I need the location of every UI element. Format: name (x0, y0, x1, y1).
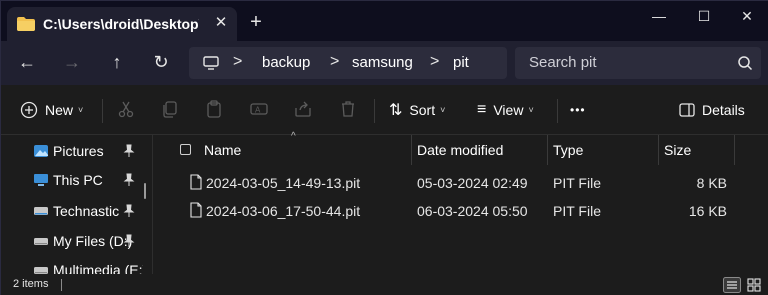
pin-icon[interactable] (123, 204, 135, 218)
divider (102, 99, 103, 123)
view-button[interactable]: ≡ View ˅ (477, 99, 534, 121)
up-button[interactable]: ↑ (107, 52, 127, 72)
sidebar-item-label: Pictures (53, 143, 104, 159)
column-divider[interactable] (734, 135, 735, 165)
divider (61, 279, 62, 291)
new-button[interactable]: New ˅ (20, 99, 83, 121)
sort-ascending-icon: ^ (291, 131, 296, 142)
file-date-modified: 06-03-2024 05:50 (417, 203, 528, 219)
chevron-right-icon: > (430, 53, 440, 70)
table-row[interactable]: 2024-03-06_17-50-44.pit 06-03-2024 05:50… (154, 197, 768, 225)
file-name: 2024-03-06_17-50-44.pit (206, 203, 361, 219)
sidebar-item-multimedia[interactable]: Multimedia (E:) (33, 260, 143, 274)
file-type: PIT File (553, 203, 601, 219)
chevron-right-icon: > (330, 53, 340, 70)
pin-icon[interactable] (123, 144, 135, 158)
more-options-button[interactable]: ••• (570, 99, 586, 121)
close-window-button[interactable]: ✕ (732, 7, 762, 25)
sidebar-item-label: This PC (53, 172, 103, 188)
chevron-down-icon: ˅ (78, 105, 84, 115)
column-divider[interactable] (411, 135, 412, 165)
column-divider[interactable] (658, 135, 659, 165)
sort-button[interactable]: ⇅ Sort ˅ (389, 99, 445, 121)
this-pc-icon (34, 174, 48, 186)
title-bar: C:\Users\droid\Desktop\backup\samsung\pi… (1, 1, 768, 41)
sort-label: Sort (409, 102, 436, 118)
paste-icon[interactable] (204, 99, 224, 119)
details-pane-icon (679, 103, 695, 117)
column-header-type[interactable]: Type (553, 135, 583, 165)
details-label: Details (702, 102, 745, 118)
tab-title: C:\Users\droid\Desktop\backup\samsung\pi… (43, 16, 199, 32)
navigation-bar: ← → ↑ ↻ > backup > samsung > pit Search … (1, 41, 768, 85)
navigation-pane: Pictures This PC Technastic My Files (D:… (1, 135, 153, 274)
forward-button[interactable]: → (62, 52, 82, 72)
delete-icon[interactable] (338, 99, 358, 119)
file-size: 16 KB (688, 203, 727, 219)
column-header-size[interactable]: Size (664, 135, 691, 165)
rename-icon[interactable]: A (249, 99, 269, 119)
file-name: 2024-03-05_14-49-13.pit (206, 175, 361, 191)
plus-circle-icon (20, 101, 38, 119)
file-size: 8 KB (696, 175, 727, 191)
view-label: View (493, 102, 524, 118)
refresh-button[interactable]: ↻ (151, 52, 171, 72)
select-all-checkbox[interactable] (180, 144, 191, 155)
details-pane-button[interactable]: Details (679, 99, 745, 121)
search-icon (738, 56, 753, 71)
minimize-button[interactable]: — (644, 7, 674, 25)
file-date-modified: 05-03-2024 02:49 (417, 175, 528, 191)
search-box[interactable]: Search pit (515, 47, 761, 79)
back-button[interactable]: ← (17, 52, 37, 72)
close-tab-button[interactable]: ✕ (213, 15, 229, 31)
maximize-button[interactable]: ☐ (689, 7, 719, 25)
cut-icon[interactable] (116, 99, 136, 119)
copy-icon[interactable] (160, 99, 180, 119)
file-explorer-window: C:\Users\droid\Desktop\backup\samsung\pi… (0, 0, 768, 295)
tiles-view-icon[interactable] (745, 277, 763, 293)
address-bar[interactable]: > backup > samsung > pit (189, 47, 507, 79)
chevron-down-icon: ˅ (440, 105, 446, 115)
column-header-date-modified[interactable]: Date modified (417, 135, 503, 165)
divider (374, 99, 375, 123)
file-list: ^ Name Date modified Type Size 2024-03-0… (154, 131, 768, 274)
sort-icon: ⇅ (389, 102, 403, 119)
sidebar-item-label: Multimedia (E:) (53, 262, 143, 274)
chevron-right-icon: > (233, 53, 243, 70)
active-tab[interactable]: C:\Users\droid\Desktop\backup\samsung\pi… (7, 7, 237, 41)
svg-text:A: A (255, 106, 261, 115)
breadcrumb-item[interactable]: backup (262, 54, 310, 71)
sidebar-item-label: My Files (D:) (53, 233, 133, 249)
divider (557, 99, 558, 123)
column-divider[interactable] (547, 135, 548, 165)
breadcrumb-item[interactable]: pit (453, 54, 469, 71)
command-bar: New ˅ A ⇅ Sort ˅ ≡ View ˅ ••• Details (1, 85, 768, 135)
share-icon[interactable] (293, 99, 313, 119)
file-icon (190, 202, 202, 218)
drive-icon (34, 207, 48, 215)
column-header-name[interactable]: Name (204, 135, 241, 165)
pin-icon[interactable] (123, 173, 135, 187)
computer-icon (203, 56, 219, 70)
view-lines-icon: ≡ (477, 101, 487, 118)
search-input[interactable]: Search pit (529, 54, 597, 71)
item-count: 2 items (13, 278, 49, 290)
new-label: New (45, 102, 74, 118)
status-bar: 2 items (1, 274, 768, 295)
sidebar-item-label: Technastic (53, 203, 120, 219)
drive-icon (34, 267, 48, 274)
breadcrumb-item[interactable]: samsung (352, 54, 413, 71)
table-row[interactable]: 2024-03-05_14-49-13.pit 05-03-2024 02:49… (154, 169, 768, 197)
folder-icon (17, 17, 35, 31)
file-icon (190, 174, 202, 190)
drive-icon (34, 238, 48, 245)
pin-icon[interactable] (123, 234, 135, 248)
new-tab-button[interactable]: + (247, 12, 265, 32)
chevron-down-icon: ˅ (528, 105, 534, 115)
file-type: PIT File (553, 175, 601, 191)
navigation-scrollbar[interactable] (144, 183, 146, 199)
pictures-icon (34, 145, 48, 157)
details-view-icon[interactable] (723, 277, 741, 293)
